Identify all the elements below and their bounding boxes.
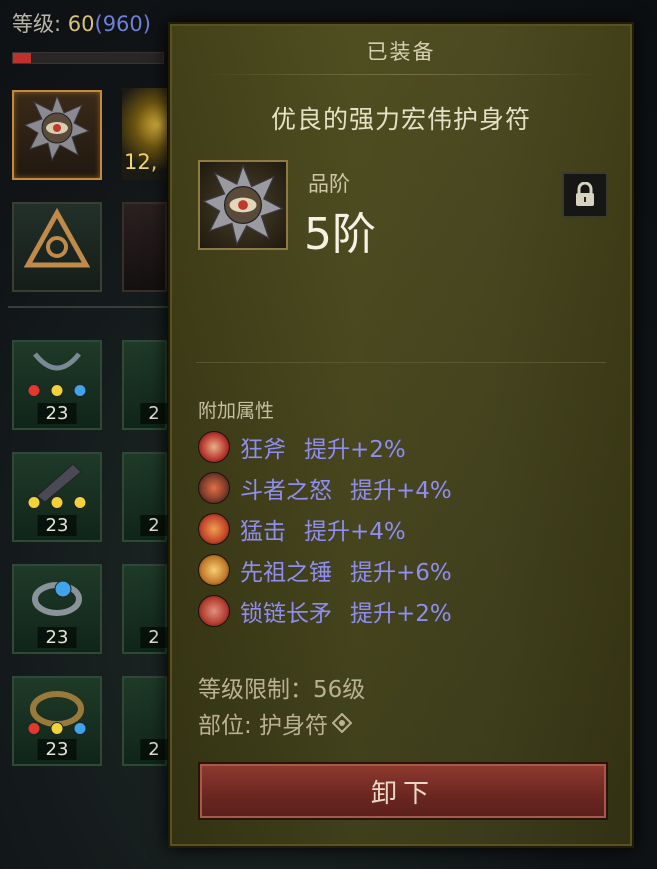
socket-gems — [27, 722, 87, 735]
amulet-icon — [202, 163, 284, 247]
amulet-slot-icon — [332, 713, 353, 733]
ancient-symbol-icon — [24, 207, 90, 268]
item-slot-line: 部位: 护身符 — [198, 706, 353, 740]
inventory-slot-partial[interactable]: 2 — [122, 452, 168, 542]
attribute-row: 锁链长矛 提升+2% — [198, 590, 452, 631]
inventory-slot-amulet[interactable] — [12, 90, 102, 180]
attribute-list: 狂斧 提升+2% 斗者之怒 提升+4% 猛击 提升+4% 先祖之锤 提升+6% 锁链长矛… — [198, 426, 452, 631]
item-name: 优良的强力宏伟护身符 — [270, 105, 531, 134]
inventory-slot-partial[interactable]: 2 — [122, 564, 168, 654]
tooltip-header: 已装备 — [366, 40, 436, 64]
inventory-slot-partial[interactable]: 2 — [122, 340, 168, 430]
item-level-badge: 23 — [37, 739, 77, 760]
inventory-slot-partial[interactable]: 2 — [122, 676, 168, 766]
item-level-badge: 23 — [37, 403, 77, 424]
inventory-slot-necklace[interactable]: 23 — [12, 340, 102, 430]
player-level: 等级: 60(960) — [12, 12, 151, 36]
attributes-header: 附加属性 — [198, 400, 275, 422]
attribute-row: 猛击 提升+4% — [198, 508, 452, 549]
socket-gems — [27, 384, 87, 397]
socket-gems — [27, 496, 87, 509]
gold-amount: 12, — [124, 150, 158, 174]
xp-bar — [12, 52, 164, 64]
unequip-button[interactable]: 卸下 — [198, 762, 608, 820]
amulet-icon — [23, 94, 91, 162]
inventory-slot-symbol[interactable] — [12, 202, 102, 292]
lock-button[interactable] — [562, 172, 608, 218]
item-level-badge: 23 — [37, 627, 77, 648]
inventory-slot-partial[interactable] — [122, 202, 167, 292]
item-icon-frame — [198, 160, 288, 250]
header-divider — [200, 74, 602, 75]
lock-icon — [576, 182, 594, 206]
attribute-row: 狂斧 提升+2% — [198, 426, 452, 467]
xp-fill — [13, 53, 31, 63]
attribute-row: 斗者之怒 提升+4% — [198, 467, 452, 508]
level-requirement: 等级限制：56级 — [198, 677, 366, 703]
inventory-divider — [8, 306, 168, 308]
item-tooltip: 已装备 优良的强力宏伟护身符 品阶 5阶 附加属性 狂斧 提升+2% 斗者之怒 提升… — [168, 22, 634, 848]
skill-icon — [198, 553, 230, 586]
skill-icon — [198, 594, 230, 627]
inventory-slot-bracer[interactable]: 23 — [12, 452, 102, 542]
tier-label: 品阶 — [308, 172, 350, 196]
skill-icon — [198, 430, 230, 463]
item-level-badge: 23 — [37, 515, 77, 536]
section-divider — [196, 362, 606, 363]
skill-icon — [198, 471, 230, 504]
skill-icon — [198, 512, 230, 545]
inventory-slot-ring-gold[interactable]: 23 — [12, 676, 102, 766]
inventory-slot-ring-blue[interactable]: 23 — [12, 564, 102, 654]
attribute-row: 先祖之锤 提升+6% — [198, 549, 452, 590]
ring-icon — [32, 580, 82, 616]
necklace-icon — [33, 352, 81, 371]
tier-value: 5阶 — [304, 209, 376, 260]
